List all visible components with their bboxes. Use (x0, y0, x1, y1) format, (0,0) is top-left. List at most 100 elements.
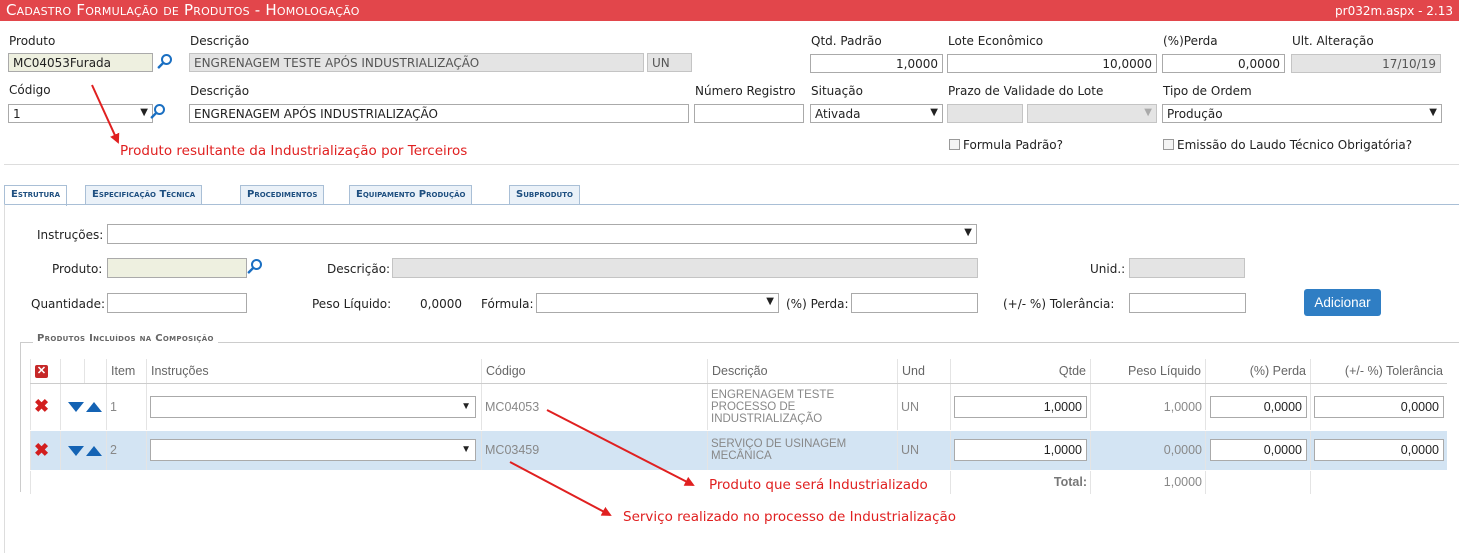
descricao2-input[interactable]: ENGRENAGEM APÓS INDUSTRIALIZAÇÃO (189, 104, 689, 123)
situacao-label: Situação (811, 84, 863, 98)
delete-cell: ✖ (30, 430, 61, 471)
lote-economico-input[interactable]: 10,0000 (947, 54, 1157, 73)
row-instrucoes-select[interactable]: ▼ (150, 395, 476, 418)
tipo-ordem-label: Tipo de Ordem (1163, 84, 1252, 98)
table-header-row: ✕ Item Instruções Código Descrição Und Q… (30, 359, 1447, 384)
move-down-icon[interactable] (68, 445, 84, 456)
prazo-validade-select: ▼ (1027, 104, 1157, 123)
col-peso-liquido: Peso Líquido (1090, 359, 1206, 384)
search-icon[interactable] (150, 103, 166, 119)
row-perda-input[interactable]: 0,0000 (1210, 395, 1307, 418)
descricao-label: Descrição (190, 34, 250, 48)
delete-icon[interactable]: ✖ (34, 440, 49, 460)
form-produto-label: Produto: (52, 262, 103, 276)
instrucoes-cell: ▼ (146, 430, 482, 471)
row-qtde-input[interactable]: 1,0000 (954, 439, 1087, 461)
search-icon[interactable] (157, 53, 173, 69)
tab-equipamento-producao[interactable]: Equipamento Produção (349, 185, 473, 205)
situacao-select[interactable]: Ativada ▼ (810, 104, 943, 123)
window-title: Cadastro Formulação de Produtos - Homolo… (6, 1, 360, 19)
ult-alteracao-input: 17/10/19 (1291, 54, 1441, 73)
quantidade-input[interactable] (107, 293, 247, 313)
instrucoes-label: Instruções: (37, 228, 104, 242)
chevron-down-icon: ▼ (1429, 107, 1437, 118)
row-tolerancia-input[interactable]: 0,0000 (1314, 395, 1444, 418)
form-perda-label: (%) Perda: (786, 297, 849, 311)
lote-economico-label: Lote Econômico (948, 34, 1044, 48)
tab-subproduto[interactable]: Subproduto (509, 185, 580, 205)
move-down-icon[interactable] (68, 402, 84, 413)
row-instrucoes-select[interactable]: ▼ (150, 439, 476, 461)
qtd-padrao-label: Qtd. Padrão (811, 34, 882, 48)
numero-registro-input[interactable] (694, 104, 804, 123)
delete-cell: ✖ (30, 383, 61, 431)
total-empty (1205, 470, 1311, 495)
page-name: pr032m.aspx - 2.13 (1335, 4, 1453, 18)
und-cell: UN (897, 383, 951, 431)
peso-liquido-label: Peso Líquido: (312, 297, 392, 311)
move-up-icon[interactable] (86, 402, 102, 413)
col-descricao: Descrição (707, 359, 898, 384)
col-instrucoes: Instruções (146, 359, 482, 384)
move-cell (60, 383, 107, 431)
item-cell: 2 (106, 430, 147, 471)
empty-header (60, 359, 85, 384)
codigo-cell: MC04053 (481, 383, 708, 431)
formula-padrao-label: Formula Padrão? (963, 138, 1064, 152)
row-qtde-input[interactable]: 1,0000 (954, 395, 1087, 418)
search-icon[interactable] (247, 258, 263, 274)
annotation-servico-realizado: Serviço realizado no processo de Industr… (623, 509, 957, 525)
ult-alteracao-label: Ult. Alteração (1292, 34, 1374, 48)
delete-all-icon[interactable]: ✕ (35, 365, 48, 379)
qtd-padrao-input[interactable]: 1,0000 (810, 54, 943, 73)
perda-label: (%)Perda (1163, 34, 1218, 48)
col-qtde: Qtde (950, 359, 1091, 384)
codigo-label: Código (9, 83, 51, 97)
tolerancia-cell: 0,0000 (1310, 383, 1447, 431)
descricao-input: ENGRENAGEM TESTE APÓS INDUSTRIALIZAÇÃO (189, 53, 644, 72)
emissao-laudo-checkbox[interactable]: Emissão do Laudo Técnico Obrigatória? (1163, 138, 1412, 152)
form-descricao-label: Descrição: (327, 262, 391, 276)
tab-especificacao-tecnica[interactable]: Especificação Técnica (85, 185, 203, 205)
col-tolerancia: (+/- %) Tolerância (1310, 359, 1447, 384)
checkbox-box[interactable] (1163, 139, 1174, 150)
formula-select[interactable]: ▼ (536, 293, 779, 313)
move-up-icon[interactable] (86, 445, 102, 456)
item-cell: 1 (106, 383, 147, 431)
total-label: Total: (950, 470, 1091, 495)
form-produto-input[interactable] (107, 258, 247, 278)
table-row: ✖ 1 ▼ MC04053 ENGRENAGEM TESTE PROCESSO … (30, 383, 1447, 431)
delete-icon[interactable]: ✖ (34, 396, 49, 416)
perda-cell: 0,0000 (1205, 383, 1311, 431)
produto-label: Produto (9, 34, 56, 48)
unid-label: Unid.: (1090, 262, 1126, 276)
tab-estrutura[interactable]: Estrutura (4, 185, 67, 206)
adicionar-button[interactable]: Adicionar (1304, 289, 1381, 316)
perda-input[interactable]: 0,0000 (1162, 54, 1285, 73)
chevron-down-icon: ▼ (1144, 107, 1152, 118)
delete-all-header[interactable]: ✕ (30, 359, 61, 384)
descricao2-label: Descrição (190, 84, 250, 98)
formula-padrao-checkbox[interactable]: Formula Padrão? (949, 138, 1063, 152)
instrucoes-select[interactable]: ▼ (107, 224, 977, 244)
formula-label: Fórmula: (481, 297, 534, 311)
codigo-select[interactable]: 1 ▼ (8, 104, 153, 123)
chevron-down-icon: ▼ (930, 107, 938, 118)
move-cell (60, 430, 107, 471)
tab-procedimentos[interactable]: Procedimentos (240, 185, 325, 205)
prazo-validade-label: Prazo de Validade do Lote (948, 84, 1104, 98)
qtde-cell: 1,0000 (950, 430, 1091, 471)
produto-input[interactable]: MC04053Furada (8, 53, 153, 72)
form-perda-input[interactable] (851, 293, 978, 313)
row-tolerancia-input[interactable]: 0,0000 (1314, 439, 1444, 461)
instrucoes-cell: ▼ (146, 383, 482, 431)
row-perda-input[interactable]: 0,0000 (1210, 439, 1307, 461)
emissao-laudo-label: Emissão do Laudo Técnico Obrigatória? (1177, 138, 1413, 152)
chevron-down-icon: ▼ (461, 444, 471, 455)
table-row: ✖ 2 ▼ MC03459 SERVIÇO DE USINAGEM MECÂNI… (30, 430, 1447, 471)
checkbox-box[interactable] (949, 139, 960, 150)
tipo-ordem-select[interactable]: Produção ▼ (1162, 104, 1442, 123)
tolerancia-input[interactable] (1129, 293, 1246, 313)
col-und: Und (897, 359, 951, 384)
tolerancia-cell: 0,0000 (1310, 430, 1447, 471)
